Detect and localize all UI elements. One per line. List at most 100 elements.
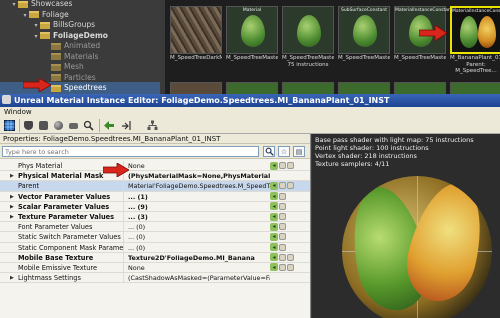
shader-stats: Base pass shader with light map: 75 inst… — [315, 136, 474, 168]
search-input[interactable] — [2, 146, 259, 157]
property-value[interactable]: ... (1) — [126, 192, 270, 201]
red-arrow-icon — [419, 25, 447, 41]
property-row[interactable]: ▶ Texture Parameter Values... (3) ◂ — [0, 211, 310, 223]
property-value[interactable]: (PhysMaterialMask=None,PhysMaterialMaskU… — [126, 171, 270, 180]
asset-thumbnail[interactable]: Material M_SpeedTreeMaster_01_INST — [226, 6, 278, 83]
folder-icon — [51, 84, 61, 92]
property-value[interactable]: Texture2D'FoliageDemo.MI_Banana — [126, 253, 270, 262]
asset-thumbnail-next-row[interactable] — [394, 82, 446, 94]
folder-icon — [18, 0, 28, 8]
clear-icon[interactable] — [287, 253, 294, 261]
clear-icon[interactable] — [287, 182, 294, 190]
property-row[interactable]: Static Component Mask Parameter V... (0)… — [0, 242, 310, 253]
browse-icon[interactable] — [279, 192, 286, 200]
asset-thumbnail[interactable]: M_SpeedTreeDarkMaster_01_INST — [170, 6, 222, 83]
browse-icon[interactable] — [279, 243, 286, 251]
use-selected-icon[interactable]: ◂ — [270, 161, 278, 170]
property-row[interactable]: ▶ Physical Material Mask (PhysMaterialMask… — [0, 171, 310, 182]
asset-thumbnail-grid: M_SpeedTreeDarkMaster_01_INST Material M_S… — [165, 0, 500, 94]
property-name: Vector Parameter Values — [0, 191, 124, 201]
property-value[interactable]: ... (9) — [126, 202, 270, 211]
property-row[interactable]: ▶ Lightmass Settings (CastShadowAsMasked=(… — [0, 273, 310, 284]
sphere-icon[interactable] — [52, 119, 65, 132]
tree-item-label: BillsGroups — [53, 20, 96, 29]
tree-item-label: Particles — [64, 72, 96, 82]
browse-icon[interactable] — [279, 263, 286, 271]
browse-icon[interactable] — [279, 202, 286, 210]
property-value[interactable]: ... (0) — [126, 222, 270, 231]
use-selected-icon[interactable]: ◂ — [270, 192, 278, 201]
property-row[interactable]: Phys Material None ◂ — [0, 161, 310, 172]
asset-thumbnail-next-row[interactable] — [170, 82, 222, 94]
shader-stat-line: Texture samplers: 4/11 — [315, 160, 390, 168]
properties-header: Properties: FoliageDemo.Speedtrees.MI_Ba… — [0, 134, 310, 144]
property-name-label: Phys Material — [18, 162, 63, 170]
clear-icon[interactable] — [287, 162, 294, 170]
properties-panel: Properties: FoliageDemo.Speedtrees.MI_Ba… — [0, 134, 311, 318]
material-preview-viewport[interactable]: Base pass shader with light map: 75 inst… — [312, 134, 500, 318]
favorite-star-icon[interactable]: ☆ — [278, 146, 290, 157]
thumbnail-image — [282, 6, 334, 54]
browse-icon[interactable] — [279, 223, 286, 231]
property-value[interactable]: None — [126, 161, 270, 170]
asset-thumbnail[interactable]: MaterialInstanceConstant M_BananaPlant_01… — [450, 6, 500, 83]
asset-thumbnail-next-row[interactable] — [226, 82, 278, 94]
asset-thumbnail[interactable]: M_SpeedTreeMaster_02_Wind 75 instruction… — [282, 6, 334, 83]
property-row[interactable]: Static Switch Parameter Values ... (0) ◂ — [0, 232, 310, 243]
copy-icon[interactable]: ▤ — [293, 146, 305, 157]
property-value[interactable]: None — [126, 263, 270, 272]
browse-icon[interactable] — [279, 233, 286, 241]
cylinder-icon[interactable] — [22, 119, 35, 132]
asset-thumbnail[interactable]: MaterialInstanceConstant M_SpeedTreeMaste… — [394, 6, 453, 83]
property-row[interactable]: Font Parameter Values ... (0) ◂ — [0, 222, 310, 233]
menu-window[interactable]: Window — [4, 108, 32, 116]
asset-thumbnail-next-row[interactable] — [338, 82, 390, 94]
property-value[interactable]: Material'FoliageDemo.Speedtrees.M_SpeedT… — [126, 181, 270, 190]
use-selected-icon[interactable]: ◂ — [270, 243, 278, 252]
cube-icon[interactable] — [37, 119, 50, 132]
plane-icon[interactable] — [67, 119, 80, 132]
asset-thumbnail[interactable]: SubSurfaceConstant M_SpeedTreeMaster_02_W… — [338, 6, 390, 83]
search-icon[interactable] — [263, 146, 275, 157]
tree-item-label: Speedtrees — [64, 83, 107, 92]
property-name: Static Component Mask Parameter V — [0, 242, 124, 252]
hierarchy-icon[interactable] — [146, 119, 159, 132]
property-row[interactable]: Mobile Base Texture Texture2D'FoliageDemo… — [0, 252, 310, 263]
red-arrow-icon — [103, 163, 129, 177]
browse-icon[interactable] — [279, 213, 286, 221]
clear-icon[interactable] — [287, 263, 294, 271]
thumbnail-type-label: Material — [242, 8, 262, 13]
property-row[interactable]: ▶ Vector Parameter Values... (1) ◂ — [0, 191, 310, 202]
asset-thumbnail-next-row[interactable] — [450, 82, 500, 94]
thumbnail-type-label: MaterialInstanceConstant — [395, 8, 453, 13]
browse-icon[interactable] — [279, 182, 286, 190]
browse-icon[interactable] — [279, 162, 286, 170]
shader-stat-line: Base pass shader with light map: 75 inst… — [315, 136, 474, 144]
use-selected-icon[interactable]: ◂ — [270, 253, 278, 262]
property-value[interactable]: ... (0) — [126, 243, 270, 252]
property-value[interactable]: ... (3) — [126, 212, 270, 221]
use-selected-icon[interactable]: ◂ — [270, 212, 278, 221]
use-selected-icon[interactable]: ◂ — [270, 222, 278, 231]
thumbnail-image: Material — [226, 6, 278, 54]
property-name: Parent — [0, 181, 124, 191]
use-selected-icon[interactable]: ◂ — [270, 202, 278, 211]
magnifier-icon[interactable] — [82, 119, 95, 132]
property-value[interactable]: ... (0) — [126, 232, 270, 241]
property-row[interactable]: ▶ Scalar Parameter Values... (9) ◂ — [0, 201, 310, 212]
back-arrow-icon[interactable] — [103, 119, 116, 132]
grid-icon[interactable] — [3, 119, 16, 132]
use-selected-icon[interactable]: ◂ — [270, 263, 278, 272]
property-row[interactable]: Parent Material'FoliageDemo.Speedtrees.M_… — [0, 181, 310, 192]
property-value[interactable]: (CastShadowAsMasked=(ParameterValue=Fals… — [126, 273, 270, 282]
use-selected-icon[interactable]: ◂ — [270, 181, 278, 190]
red-arrow-icon — [23, 78, 51, 92]
use-selected-icon[interactable]: ◂ — [270, 232, 278, 241]
property-name: Texture Parameter Values — [0, 211, 124, 222]
asset-thumbnail-next-row[interactable] — [282, 82, 334, 94]
property-row[interactable]: Mobile Emissive Texture None ◂ — [0, 262, 310, 274]
folder-icon — [40, 21, 50, 29]
browse-icon[interactable] — [279, 253, 286, 261]
property-name-label: Vector Parameter Values — [18, 192, 111, 201]
sync-icon[interactable] — [120, 119, 133, 132]
